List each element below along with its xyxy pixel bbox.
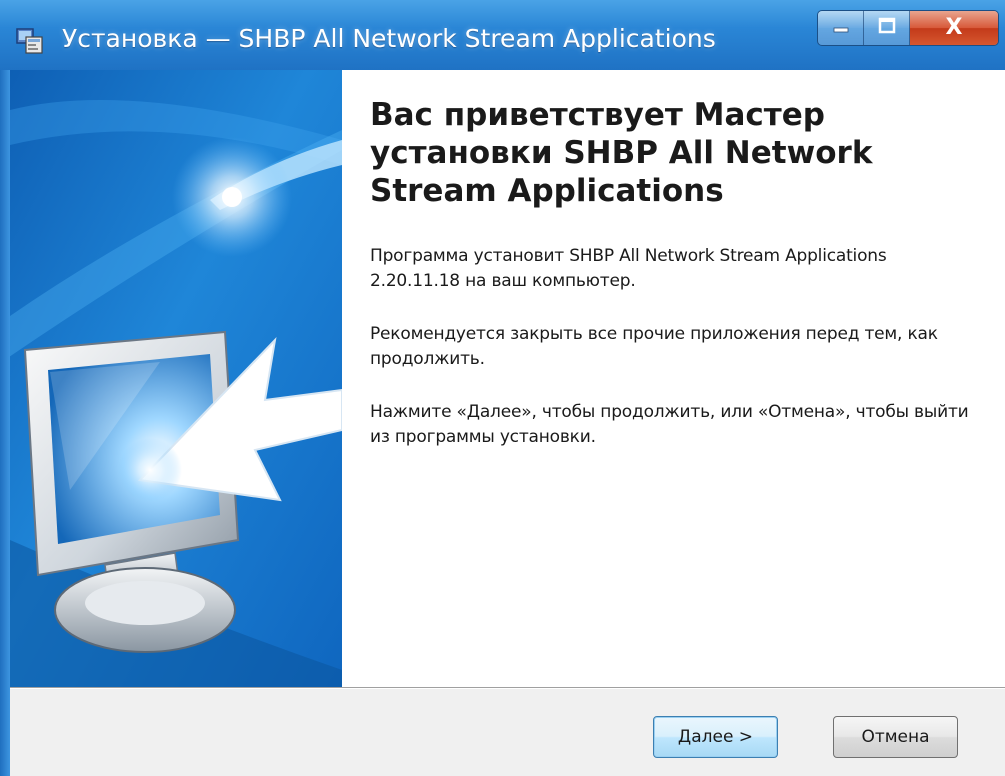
maximize-button[interactable] bbox=[864, 11, 910, 45]
close-icon: X bbox=[945, 15, 963, 40]
welcome-heading: Вас приветствует Мастер установки SHBP A… bbox=[370, 97, 873, 209]
install-description: Программа установит SHBP All Network Str… bbox=[370, 246, 887, 291]
wizard-banner-image bbox=[10, 70, 342, 687]
close-apps-recommendation: Рекомендуется закрыть все прочие приложе… bbox=[370, 324, 938, 369]
title-bar[interactable]: Установка — SHBP All Network Stream Appl… bbox=[0, 0, 1005, 70]
minimize-icon bbox=[831, 16, 851, 40]
window-title: Установка — SHBP All Network Stream Appl… bbox=[62, 24, 716, 53]
minimize-button[interactable] bbox=[818, 11, 864, 45]
close-button[interactable]: X bbox=[910, 11, 998, 45]
continue-instructions: Нажмите «Далее», чтобы продолжить, или «… bbox=[370, 402, 969, 447]
window-frame-left bbox=[0, 70, 10, 776]
setup-icon bbox=[14, 26, 46, 56]
installer-window: Установка — SHBP All Network Stream Appl… bbox=[0, 0, 1005, 776]
cancel-button[interactable]: Отмена bbox=[833, 716, 958, 758]
maximize-icon bbox=[877, 16, 897, 40]
next-button[interactable]: Далее > bbox=[653, 716, 778, 758]
window-controls: X bbox=[817, 10, 999, 46]
